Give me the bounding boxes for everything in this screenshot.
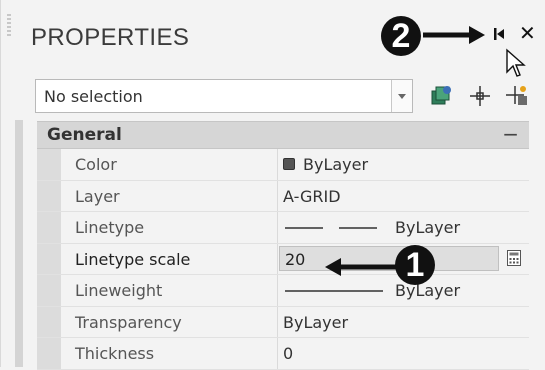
property-value-lineweight[interactable]: ByLayer xyxy=(395,281,460,300)
property-name: Layer xyxy=(75,186,120,206)
column-divider xyxy=(277,243,278,274)
property-row-transparency[interactable]: Transparency ByLayer xyxy=(37,306,529,338)
column-divider xyxy=(277,180,278,211)
select-objects-icon[interactable] xyxy=(468,84,492,108)
property-name: Linetype scale xyxy=(75,249,191,269)
property-row-color[interactable]: Color ByLayer xyxy=(37,149,529,181)
property-name: Color xyxy=(75,155,117,174)
annotation-arrow-left-icon xyxy=(325,258,399,276)
property-row-lineweight[interactable]: Lineweight ByLayer xyxy=(37,275,529,307)
properties-palette: PROPERTIES 2 ✕ No selection General − Co… xyxy=(0,0,545,370)
quick-select-icon[interactable] xyxy=(429,84,453,108)
selection-dropdown-value: No selection xyxy=(44,87,143,106)
property-value-transparency[interactable]: ByLayer xyxy=(283,313,348,332)
chevron-down-icon[interactable] xyxy=(391,80,412,112)
color-swatch-icon xyxy=(283,158,295,170)
row-gutter xyxy=(37,306,61,337)
row-gutter xyxy=(37,212,61,243)
column-divider xyxy=(277,149,278,180)
property-row-layer[interactable]: Layer A-GRID xyxy=(37,180,529,212)
calculator-icon[interactable] xyxy=(507,249,521,266)
property-value-linetype[interactable]: ByLayer xyxy=(395,218,460,237)
column-divider xyxy=(277,306,278,337)
row-gutter xyxy=(37,338,61,369)
property-value-color[interactable]: ByLayer xyxy=(283,155,368,174)
general-section-header[interactable]: General − xyxy=(37,121,529,149)
property-grid: Color ByLayer Layer A-GRID Linetype ByLa… xyxy=(37,149,529,370)
property-name: Lineweight xyxy=(75,281,163,300)
dashed-linetype-preview-icon xyxy=(285,227,377,229)
annotation-arrow-right-icon xyxy=(423,26,485,44)
property-name: Thickness xyxy=(75,344,155,363)
property-row-linetype[interactable]: Linetype ByLayer xyxy=(37,212,529,244)
property-value-thickness[interactable]: 0 xyxy=(283,344,293,363)
auto-hide-pin-icon[interactable] xyxy=(491,25,509,43)
property-name: Linetype xyxy=(75,218,145,237)
close-icon[interactable]: ✕ xyxy=(519,23,536,43)
row-gutter xyxy=(37,149,61,180)
property-row-linetype-scale[interactable]: Linetype scale 20 xyxy=(37,243,529,275)
property-name: Transparency xyxy=(75,312,182,332)
lineweight-preview-icon xyxy=(285,290,383,292)
selection-dropdown[interactable]: No selection xyxy=(35,79,413,113)
annotation-badge-1: 1 xyxy=(395,245,435,285)
toggle-pickadd-icon[interactable] xyxy=(505,84,529,108)
collapse-icon[interactable]: − xyxy=(502,122,519,146)
mouse-cursor-icon xyxy=(506,48,526,77)
column-divider xyxy=(277,338,278,369)
row-gutter xyxy=(37,275,61,306)
row-gutter xyxy=(37,180,61,211)
linetype-scale-value: 20 xyxy=(285,249,306,269)
palette-title: PROPERTIES xyxy=(31,24,190,51)
row-gutter xyxy=(37,243,61,274)
annotation-badge-2: 2 xyxy=(381,16,421,56)
property-value-layer[interactable]: A-GRID xyxy=(283,187,341,206)
palette-grip-handle[interactable] xyxy=(7,14,11,36)
section-title: General xyxy=(47,125,122,145)
palette-left-rail xyxy=(15,120,23,367)
color-value-text: ByLayer xyxy=(303,155,369,174)
column-divider xyxy=(277,212,278,243)
column-divider xyxy=(277,275,278,306)
property-row-thickness[interactable]: Thickness 0 xyxy=(37,338,529,370)
